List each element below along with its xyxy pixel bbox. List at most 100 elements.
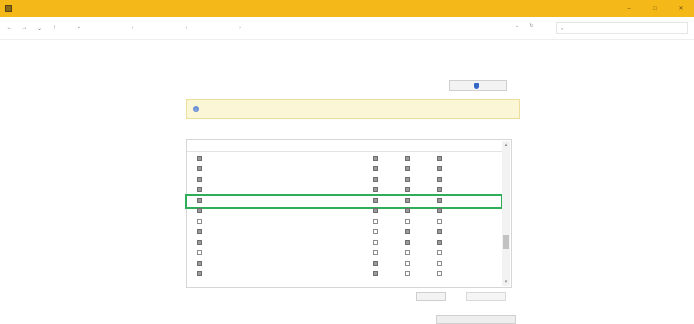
enabled-checkbox[interactable] [197, 218, 202, 224]
table-row[interactable] [187, 227, 503, 238]
address-tools: ⌄ ↻ [515, 23, 533, 29]
row-name-cell [187, 250, 359, 256]
recent-dropdown-icon[interactable]: ⌄ [34, 23, 45, 34]
remove-button[interactable] [466, 292, 506, 301]
firewall-app-icon [5, 5, 12, 12]
risk-info-link[interactable] [186, 84, 336, 89]
enabled-checkbox[interactable] [197, 166, 202, 172]
public-checkbox[interactable] [436, 250, 442, 256]
address-bar: ← → ⌄ ↑ ▪ › › › ⌄ ↻ ⌕ [0, 17, 694, 40]
domain-cell [359, 208, 391, 214]
public-checkbox[interactable] [436, 229, 442, 235]
minimize-button[interactable]: – [616, 0, 642, 17]
forward-arrow-icon[interactable]: → [19, 23, 30, 34]
private-checkbox[interactable] [404, 176, 410, 182]
domain-checkbox[interactable] [372, 250, 378, 256]
domain-checkbox[interactable] [372, 239, 378, 245]
public-cell [423, 166, 455, 172]
public-checkbox[interactable] [436, 187, 442, 193]
enabled-checkbox[interactable] [197, 197, 202, 203]
public-checkbox[interactable] [436, 155, 442, 161]
enabled-checkbox[interactable] [197, 239, 202, 245]
domain-checkbox[interactable] [372, 218, 378, 224]
public-checkbox[interactable] [436, 239, 442, 245]
scroll-thumb[interactable] [503, 235, 509, 249]
domain-checkbox[interactable] [372, 155, 378, 161]
table-row[interactable] [187, 258, 503, 269]
table-row[interactable] [187, 185, 503, 196]
private-checkbox[interactable] [404, 187, 410, 193]
private-checkbox[interactable] [404, 166, 410, 172]
domain-cell [359, 260, 391, 266]
domain-checkbox[interactable] [372, 229, 378, 235]
private-checkbox[interactable] [404, 271, 410, 277]
private-checkbox[interactable] [404, 229, 410, 235]
window-controls: – □ ✕ [616, 0, 694, 17]
table-row[interactable] [187, 248, 503, 259]
table-row[interactable] [187, 153, 503, 164]
domain-cell [359, 197, 391, 203]
domain-checkbox[interactable] [372, 271, 378, 277]
table-row[interactable] [187, 206, 503, 217]
private-checkbox[interactable] [404, 239, 410, 245]
domain-checkbox[interactable] [372, 208, 378, 214]
enabled-checkbox[interactable] [197, 176, 202, 182]
table-row[interactable] [187, 174, 503, 185]
domain-checkbox[interactable] [372, 260, 378, 266]
up-arrow-icon[interactable]: ↑ [49, 23, 60, 34]
table-row[interactable] [187, 164, 503, 175]
public-checkbox[interactable] [436, 218, 442, 224]
private-checkbox[interactable] [404, 250, 410, 256]
enabled-checkbox[interactable] [197, 187, 202, 193]
enabled-checkbox[interactable] [197, 260, 202, 266]
public-checkbox[interactable] [436, 260, 442, 266]
enabled-checkbox[interactable] [197, 229, 202, 235]
domain-cell [359, 271, 391, 277]
maximize-button[interactable]: □ [642, 0, 668, 17]
details-button[interactable] [416, 292, 446, 301]
public-checkbox[interactable] [436, 166, 442, 172]
public-checkbox[interactable] [436, 208, 442, 214]
allow-another-app-button[interactable] [436, 315, 516, 324]
private-checkbox[interactable] [404, 260, 410, 266]
table-row[interactable] [187, 237, 503, 248]
back-arrow-icon[interactable]: ← [4, 23, 15, 34]
public-checkbox[interactable] [436, 271, 442, 277]
public-cell [423, 229, 455, 235]
refresh-icon[interactable]: ↻ [529, 23, 533, 29]
enabled-checkbox[interactable] [197, 208, 202, 214]
table-scrollbar[interactable]: ▴ ▾ [502, 141, 510, 286]
table-row[interactable] [187, 216, 503, 227]
breadcrumb-separator-icon: › [131, 25, 134, 31]
row-name-cell [187, 208, 359, 214]
domain-cell [359, 239, 391, 245]
search-input[interactable]: ⌕ [556, 22, 688, 34]
domain-checkbox[interactable] [372, 197, 378, 203]
row-name-cell [187, 197, 359, 203]
table-row[interactable] [187, 269, 503, 280]
public-cell [423, 187, 455, 193]
private-checkbox[interactable] [404, 197, 410, 203]
domain-checkbox[interactable] [372, 176, 378, 182]
address-dropdown-icon[interactable]: ⌄ [515, 23, 519, 29]
public-checkbox[interactable] [436, 197, 442, 203]
domain-checkbox[interactable] [372, 166, 378, 172]
private-cell [391, 218, 423, 224]
scroll-up-icon[interactable]: ▴ [502, 141, 510, 149]
enabled-checkbox[interactable] [197, 271, 202, 277]
enabled-checkbox[interactable] [197, 155, 202, 161]
enabled-checkbox[interactable] [197, 250, 202, 256]
change-settings-button[interactable] [449, 80, 507, 91]
private-cell [391, 197, 423, 203]
close-button[interactable]: ✕ [668, 0, 694, 17]
public-checkbox[interactable] [436, 176, 442, 182]
domain-checkbox[interactable] [372, 187, 378, 193]
private-cell [391, 155, 423, 161]
public-cell [423, 197, 455, 203]
row-name-cell [187, 166, 359, 172]
private-checkbox[interactable] [404, 155, 410, 161]
private-checkbox[interactable] [404, 208, 410, 214]
scroll-down-icon[interactable]: ▾ [502, 278, 510, 286]
table-row[interactable] [185, 194, 503, 209]
private-checkbox[interactable] [404, 218, 410, 224]
